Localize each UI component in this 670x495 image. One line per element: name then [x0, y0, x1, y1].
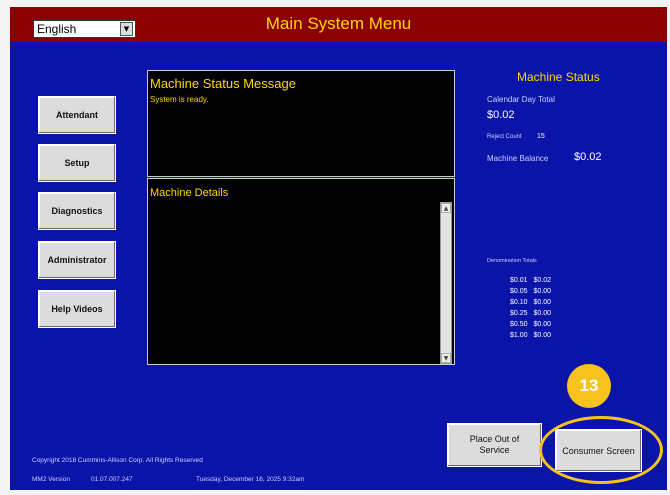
- denomination-total: $0.00: [533, 310, 552, 317]
- scroll-down-icon[interactable]: ▼: [441, 353, 451, 363]
- denomination-value: $0.01: [510, 277, 528, 284]
- version-label: MM2 Version: [32, 476, 70, 483]
- copyright-text: Copyright 2018 Cummins-Allison Corp. All…: [32, 457, 203, 464]
- scroll-up-icon[interactable]: ▲: [441, 203, 451, 213]
- help-videos-button[interactable]: Help Videos: [38, 290, 116, 328]
- denomination-row: $0.10 $0.00: [510, 299, 551, 306]
- details-scrollbar[interactable]: ▲ ▼: [440, 202, 452, 364]
- machine-details-heading: Machine Details: [150, 187, 229, 199]
- denomination-total: $0.00: [533, 288, 552, 295]
- machine-balance-label: Machine Balance: [487, 154, 549, 163]
- denomination-value: $0.25: [510, 310, 528, 317]
- administrator-button[interactable]: Administrator: [38, 241, 116, 279]
- version-value: 01.07.007.247: [91, 476, 133, 483]
- datetime-text: Tuesday, December 16, 2025 9:32am: [196, 476, 305, 483]
- denomination-value: $0.50: [510, 321, 528, 328]
- place-out-of-service-button[interactable]: Place Out of Service: [447, 423, 542, 467]
- denomination-row: $0.50 $0.00: [510, 321, 551, 328]
- denomination-total: $0.02: [533, 277, 552, 284]
- denomination-value: $0.05: [510, 288, 528, 295]
- diagnostics-button[interactable]: Diagnostics: [38, 192, 116, 230]
- main-window: English ▼ Main System Menu Attendant Set…: [10, 7, 667, 490]
- calendar-day-total-label: Calendar Day Total: [487, 95, 555, 104]
- step-number-badge: 13: [567, 364, 611, 408]
- denomination-totals-label: Denomination Totals: [487, 258, 537, 264]
- denomination-value: $0.10: [510, 299, 528, 306]
- calendar-day-total-value: $0.02: [487, 109, 515, 121]
- page-title: Main System Menu: [265, 14, 412, 33]
- status-message-text: System is ready.: [150, 95, 209, 104]
- title-bar: English ▼ Main System Menu: [10, 7, 667, 42]
- reject-count-label: Reject Count: [487, 134, 522, 140]
- status-message-heading: Machine Status Message: [150, 76, 296, 91]
- machine-details-panel: Machine Details ▲ ▼: [147, 178, 455, 365]
- place-out-of-service-label: Place Out of Service: [469, 434, 520, 455]
- denomination-total: $0.00: [533, 299, 552, 306]
- denomination-row: $1.00 $0.00: [510, 332, 551, 339]
- consumer-screen-button[interactable]: Consumer Screen: [555, 429, 642, 472]
- denomination-total: $0.00: [533, 321, 552, 328]
- machine-status-message-panel: Machine Status Message System is ready.: [147, 70, 455, 177]
- reject-count-value: 15: [537, 133, 545, 140]
- denomination-value: $1.00: [510, 332, 528, 339]
- denomination-row: $0.25 $0.00: [510, 310, 551, 317]
- denomination-row: $0.05 $0.00: [510, 288, 551, 295]
- setup-button[interactable]: Setup: [38, 144, 116, 182]
- denomination-row: $0.01 $0.02: [510, 277, 551, 284]
- denomination-total: $0.00: [533, 332, 552, 339]
- machine-status-title: Machine Status: [517, 70, 600, 84]
- attendant-button[interactable]: Attendant: [38, 96, 116, 134]
- machine-balance-value: $0.02: [574, 151, 602, 163]
